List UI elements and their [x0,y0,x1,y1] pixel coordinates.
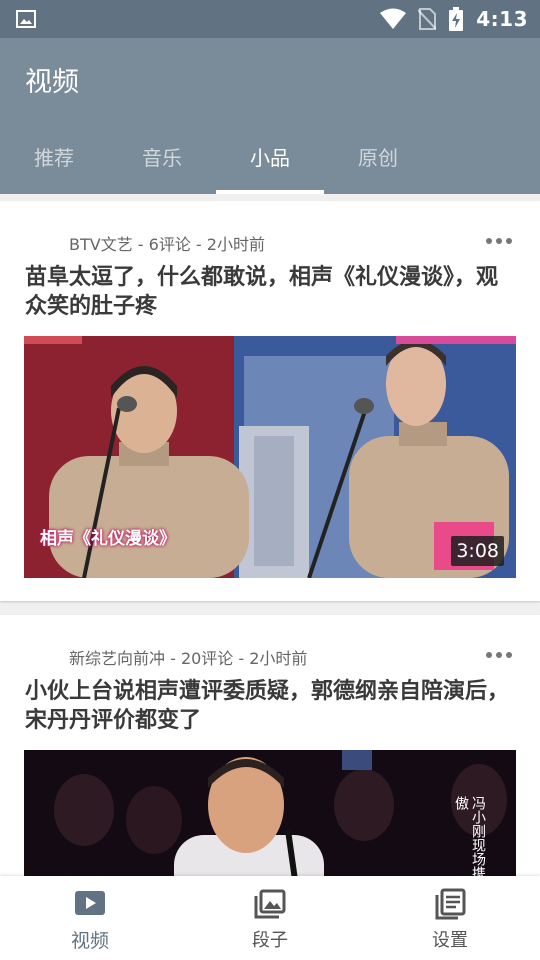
video-icon [75,891,105,915]
video-card[interactable]: 新综艺向前冲 - 20评论 - 2小时前 小伙上台说相声遭评委质疑，郭德纲亲自陪… [0,615,540,876]
no-sim-icon [418,8,437,30]
card-title[interactable]: 苗阜太逗了，什么都敢说，相声《礼仪漫谈》，观众笑的肚子疼 [25,263,515,321]
video-feed[interactable]: BTV文艺 - 6评论 - 2小时前 苗阜太逗了，什么都敢说，相声《礼仪漫谈》，… [0,194,540,876]
tab-music[interactable]: 音乐 [108,128,216,194]
nav-video[interactable]: 视频 [0,876,180,960]
app-bar: 视频 推荐 音乐 小品 原创 [0,38,540,194]
category-tabs: 推荐 音乐 小品 原创 [0,128,540,194]
nav-label: 设置 [432,930,468,951]
video-caption: 相声《礼仪漫谈》 [40,529,176,549]
card-title[interactable]: 小伙上台说相声遭评委质疑，郭德纲亲自陪演后，宋丹丹评价都变了 [25,677,515,735]
gallery-notification-icon [16,10,36,28]
more-options-icon[interactable] [486,237,512,245]
nav-jokes[interactable]: 段子 [180,876,360,960]
tab-recommend[interactable]: 推荐 [0,128,108,194]
video-thumbnail[interactable]: 相声《礼仪漫谈》 3:08 [24,336,516,578]
video-thumbnail[interactable]: 冯小刚现场携爱徒笑傲 [24,750,516,876]
status-bar: 4:13 [0,0,540,38]
nav-label: 视频 [70,930,109,952]
video-side-text: 冯小刚现场携爱徒笑傲 [453,796,486,876]
talent-show-image [24,750,516,876]
wifi-icon [380,8,407,29]
nav-label: 段子 [252,930,288,951]
nav-settings[interactable]: 设置 [360,876,540,960]
battery-charging-icon [449,7,464,31]
image-icon [254,889,286,919]
bottom-navigation: 视频 段子 设置 [0,876,540,960]
tab-sketch[interactable]: 小品 [216,128,324,194]
card-meta: 新综艺向前冲 - 20评论 - 2小时前 [69,649,308,668]
more-options-icon[interactable] [486,651,512,659]
clock: 4:13 [476,7,528,31]
tab-original[interactable]: 原创 [324,128,432,194]
settings-icon [435,888,466,920]
card-meta: BTV文艺 - 6评论 - 2小时前 [69,235,265,254]
page-title: 视频 [25,67,79,98]
video-duration: 3:08 [451,536,504,566]
video-card[interactable]: BTV文艺 - 6评论 - 2小时前 苗阜太逗了，什么都敢说，相声《礼仪漫谈》，… [0,201,540,601]
